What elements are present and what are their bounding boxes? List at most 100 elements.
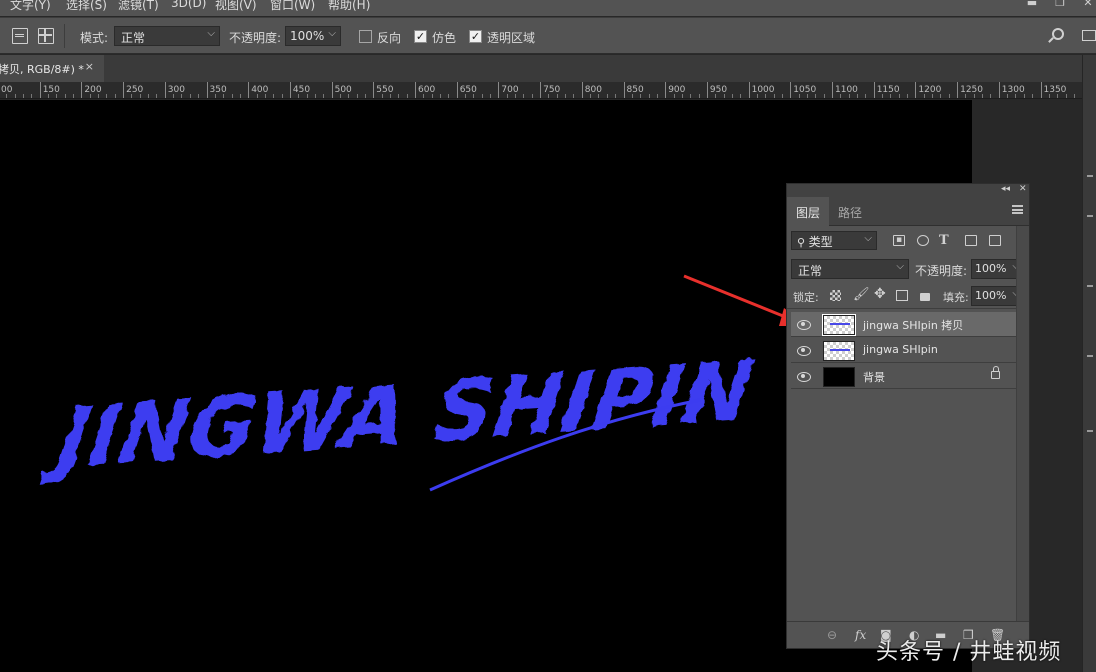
ruler-minor-tick	[573, 94, 575, 98]
layer-thumbnail	[823, 341, 855, 361]
ruler-tick	[39, 82, 41, 98]
reverse-label: 反向	[377, 31, 402, 45]
ruler-minor-tick	[73, 94, 75, 98]
chevron-down-icon: ⌵	[896, 261, 904, 272]
visibility-eye-icon[interactable]	[796, 344, 811, 356]
ruler-tick	[289, 82, 291, 98]
type-filter-icon[interactable]: T	[939, 233, 949, 248]
ruler-minor-tick	[214, 94, 216, 98]
link-layers-icon[interactable]: ⊖	[827, 628, 837, 642]
visibility-eye-icon[interactable]	[796, 318, 811, 330]
menu-3d[interactable]: 3D(D)	[171, 0, 206, 10]
ruler-minor-tick	[848, 94, 850, 98]
ruler-minor-tick	[940, 94, 942, 98]
close-icon[interactable]: ×	[85, 60, 94, 73]
menu-select[interactable]: 选择(S)	[66, 0, 107, 13]
opacity-label: 不透明度:	[229, 31, 282, 45]
ruler-minor-tick	[381, 94, 383, 98]
artwork-text: JINGWA SHIPIN	[39, 342, 759, 488]
minimize-icon[interactable]: ▬	[1018, 0, 1046, 10]
ruler-minor-tick	[648, 94, 650, 98]
lock-position-icon[interactable]: ✥	[874, 286, 886, 302]
watermark: 头条号 / 井蛙视频	[876, 640, 1062, 665]
dither-checkbox[interactable]: ✓	[414, 30, 427, 43]
opacity-field[interactable]: 100% ⌵	[285, 26, 341, 46]
ruler-minor-tick	[356, 94, 358, 98]
transparency-label: 透明区域	[487, 31, 536, 45]
ruler-minor-tick	[89, 94, 91, 98]
ruler-minor-tick	[181, 94, 183, 98]
ruler-minor-tick	[273, 94, 275, 98]
workspace-icon[interactable]	[1082, 30, 1096, 41]
visibility-eye-icon[interactable]	[796, 370, 811, 382]
mode-dropdown[interactable]: 正常 ⌵	[114, 26, 220, 46]
linear-gradient-icon[interactable]	[12, 28, 28, 44]
ruler-minor-tick	[1007, 94, 1009, 98]
lock-label: 锁定:	[793, 291, 819, 304]
blend-mode-dropdown[interactable]: 正常 ⌵	[791, 259, 909, 279]
ruler-minor-tick	[656, 94, 658, 98]
radial-gradient-icon[interactable]	[38, 28, 54, 44]
ruler-minor-tick	[857, 94, 859, 98]
lock-all-icon[interactable]	[920, 293, 930, 301]
menu-window[interactable]: 窗口(W)	[270, 0, 315, 13]
ruler-minor-tick	[231, 94, 233, 98]
filter-kind-dropdown[interactable]: ⚲ 类型 ⌵	[791, 231, 877, 250]
panel-menu-icon[interactable]	[1012, 205, 1023, 214]
menu-view[interactable]: 视图(V)	[215, 0, 257, 13]
fill-value: 100%	[975, 289, 1007, 302]
layer-row-copy[interactable]: jingwa SHIpin 拷贝	[791, 312, 1016, 337]
restore-icon[interactable]: ❐	[1046, 0, 1074, 10]
ruler-minor-tick	[932, 94, 934, 98]
ruler-minor-tick	[531, 94, 533, 98]
ruler-label: 1200	[918, 85, 942, 95]
ruler-minor-tick	[23, 94, 25, 98]
ruler-minor-tick	[1015, 94, 1017, 98]
lock-pixels-icon[interactable]: 🖌	[853, 287, 870, 302]
ruler-minor-tick	[515, 94, 517, 98]
close-panel-icon[interactable]: ✕	[1019, 184, 1027, 194]
menu-filter[interactable]: 滤镜(T)	[118, 0, 159, 13]
ruler-minor-tick	[890, 94, 892, 98]
ruler-minor-tick	[114, 94, 116, 98]
ruler-minor-tick	[239, 94, 241, 98]
layer-row-text[interactable]: jingwa SHIpin	[791, 338, 1016, 363]
tab-paths[interactable]: 路径	[829, 197, 871, 226]
ruler-tick	[790, 82, 792, 98]
layer-row-background[interactable]: 背景	[791, 364, 1016, 389]
fx-icon[interactable]: fx	[855, 628, 866, 642]
menu-help[interactable]: 帮助(H)	[328, 0, 370, 13]
ruler-minor-tick	[590, 94, 592, 98]
ruler-minor-tick	[106, 94, 108, 98]
tab-layers[interactable]: 图层	[787, 197, 830, 226]
opacity-value: 100%	[290, 29, 325, 43]
ruler-minor-tick	[698, 94, 700, 98]
menu-type[interactable]: 文字(Y)	[10, 0, 51, 13]
ruler-minor-tick	[640, 94, 642, 98]
ruler-minor-tick	[173, 94, 175, 98]
ruler-minor-tick	[606, 94, 608, 98]
lock-transparency-icon[interactable]	[830, 290, 841, 301]
close-window-icon[interactable]: ✕	[1074, 0, 1096, 10]
layer-list-scrollbar[interactable]	[1016, 226, 1029, 623]
ruler-tick	[581, 82, 583, 98]
document-tab[interactable]: 拷贝, RGB/8#) * ×	[0, 55, 104, 82]
ruler-minor-tick	[690, 94, 692, 98]
collapse-icon[interactable]: ◂◂	[1001, 184, 1010, 194]
document-tab-title: 拷贝, RGB/8#) *	[0, 63, 84, 76]
smart-object-filter-icon[interactable]	[989, 235, 1001, 246]
layer-opacity-label: 不透明度:	[915, 264, 968, 278]
ruler-minor-tick	[1023, 94, 1025, 98]
ruler-minor-tick	[6, 94, 8, 98]
layer-list: jingwa SHIpin 拷贝 jingwa SHIpin 背景	[787, 310, 1017, 400]
reverse-checkbox[interactable]	[359, 30, 372, 43]
panel-header: ◂◂ ✕	[787, 184, 1029, 197]
ruler-tick	[873, 82, 875, 98]
shape-filter-icon[interactable]	[965, 235, 977, 246]
blend-mode-value: 正常	[798, 264, 823, 278]
transparency-checkbox[interactable]: ✓	[469, 30, 482, 43]
image-filter-icon[interactable]: ▪	[893, 235, 905, 246]
adjustment-filter-icon[interactable]	[917, 235, 929, 246]
lock-artboard-icon[interactable]	[896, 290, 908, 301]
search-icon[interactable]	[1048, 28, 1064, 43]
